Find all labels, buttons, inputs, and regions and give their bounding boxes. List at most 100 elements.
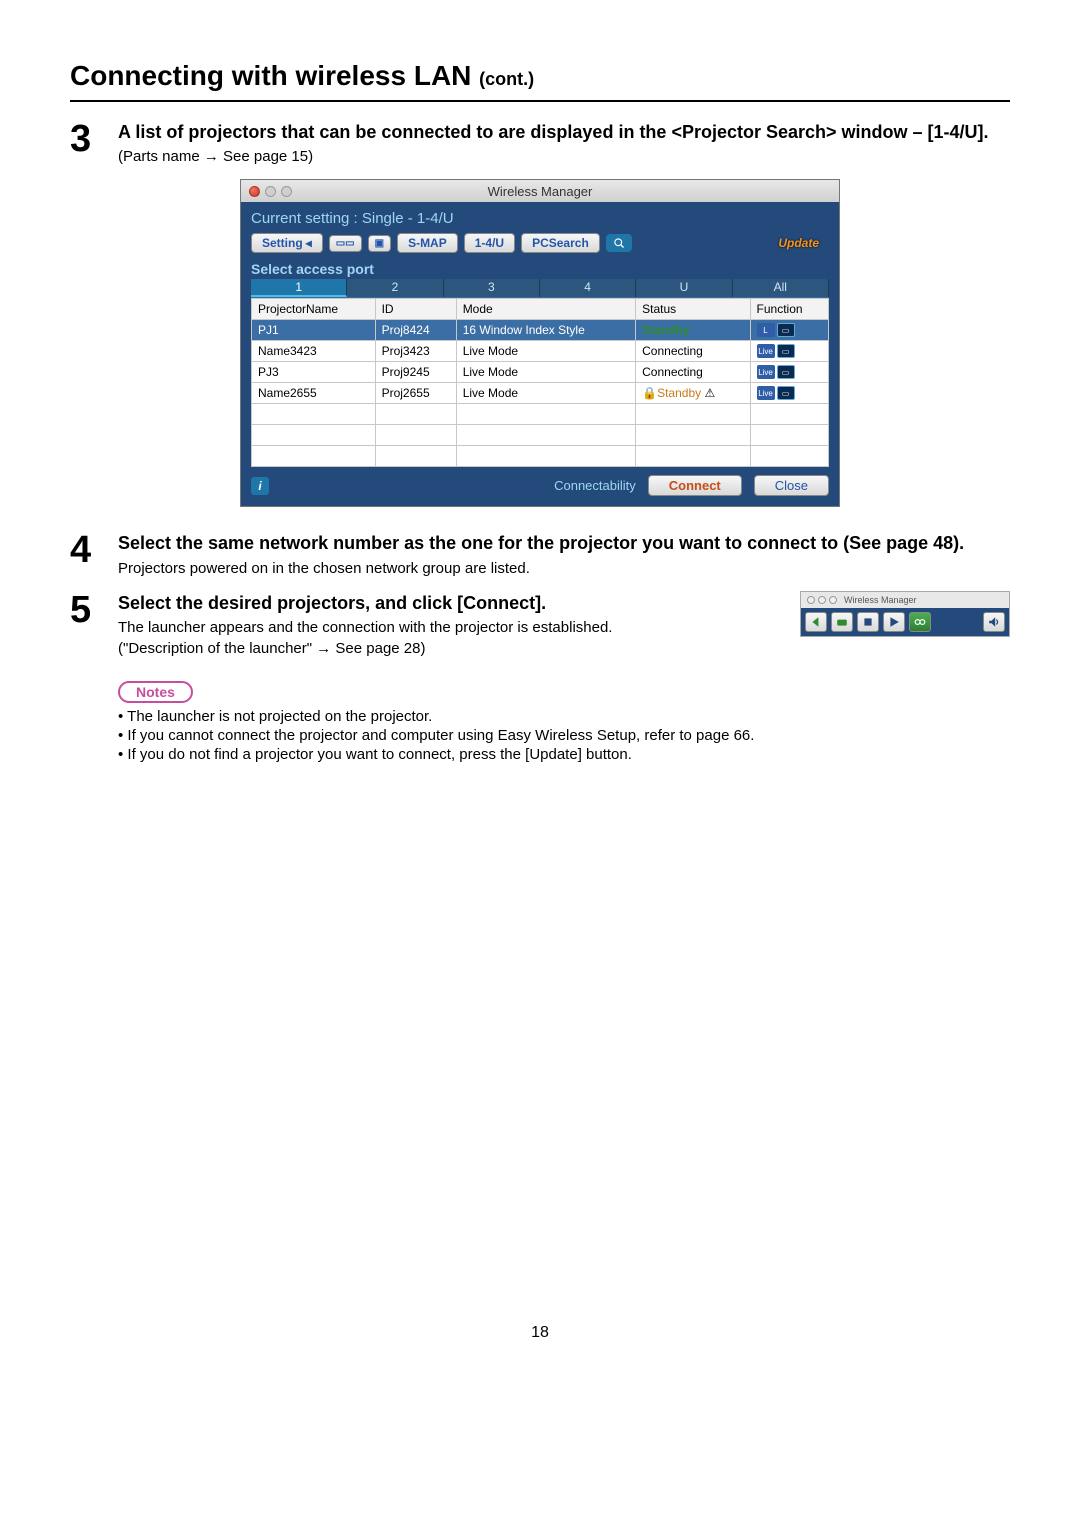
col-function[interactable]: Function: [750, 299, 828, 320]
window-titlebar: Wireless Manager: [241, 180, 839, 202]
step-5-title: Select the desired projectors, and click…: [118, 591, 780, 615]
step-3-sub: (Parts name → See page 15): [118, 148, 1010, 165]
live-icon: Live: [757, 344, 775, 358]
window-footer: i Connectability Connect Close: [251, 467, 829, 496]
col-id[interactable]: ID: [375, 299, 456, 320]
zoom-icon[interactable]: [829, 596, 837, 604]
cell-id: Proj8424: [375, 320, 456, 341]
close-icon[interactable]: [807, 596, 815, 604]
page-title-cont: (cont.): [479, 69, 534, 89]
cell-status: Connecting: [636, 362, 750, 383]
notes-item: If you cannot connect the projector and …: [118, 726, 1010, 745]
table-row[interactable]: Name2655 Proj2655 Live Mode 🔒Standby ⚠ L…: [252, 383, 829, 404]
launcher-play-button[interactable]: [883, 612, 905, 632]
page-number: 18: [70, 1324, 1010, 1342]
cell-name: Name3423: [252, 341, 376, 362]
launcher-link-button[interactable]: [909, 612, 931, 632]
minimize-icon[interactable]: [818, 596, 826, 604]
cell-function: Live▭: [750, 383, 828, 404]
port-tabs: 1 2 3 4 U All: [251, 279, 829, 298]
launcher-title: Wireless Manager: [844, 595, 917, 605]
launcher-stop-button[interactable]: [857, 612, 879, 632]
table-row: [252, 425, 829, 446]
col-projector-name[interactable]: ProjectorName: [252, 299, 376, 320]
step-4: 4 Select the same network number as the …: [70, 531, 1010, 576]
port-tab-3[interactable]: 3: [444, 279, 540, 297]
port-tab-4[interactable]: 4: [540, 279, 636, 297]
connectability-link[interactable]: Connectability: [554, 478, 636, 493]
cell-function: Live▭: [750, 362, 828, 383]
notes-list: The launcher is not projected on the pro…: [118, 707, 1010, 764]
launcher-prev-button[interactable]: [805, 612, 827, 632]
search-icon: [613, 237, 625, 249]
select-access-port-label: Select access port: [251, 261, 829, 277]
notes-item: The launcher is not projected on the pro…: [118, 707, 1010, 726]
step-4-number: 4: [70, 531, 118, 569]
step-5: 5 Select the desired projectors, and cli…: [70, 591, 1010, 657]
zoom-icon[interactable]: [281, 186, 292, 197]
close-button[interactable]: Close: [754, 475, 829, 496]
screen-icon: ▭: [777, 344, 795, 358]
setting-button[interactable]: Setting◂: [251, 233, 323, 253]
table-row[interactable]: Name3423 Proj3423 Live Mode Connecting L…: [252, 341, 829, 362]
pcsearch-label: PCSearch: [532, 236, 589, 250]
launcher-camera-button[interactable]: [831, 612, 853, 632]
one-four-u-button[interactable]: 1-4/U: [464, 233, 515, 253]
close-icon[interactable]: [249, 186, 260, 197]
table-row[interactable]: PJ3 Proj9245 Live Mode Connecting Live▭: [252, 362, 829, 383]
warn-icon: ⚠: [704, 386, 715, 400]
cell-id: Proj9245: [375, 362, 456, 383]
launcher-volume-button[interactable]: [983, 612, 1005, 632]
cell-mode: Live Mode: [456, 362, 635, 383]
projector-icon: ▣: [375, 238, 384, 249]
step-5-sub1: The launcher appears and the connection …: [118, 619, 780, 636]
toolbar: Setting◂ ▭▭ ▣ S-MAP 1-4/U PCSearch Updat…: [251, 233, 829, 253]
cell-mode: Live Mode: [456, 341, 635, 362]
cell-id: Proj2655: [375, 383, 456, 404]
cell-status: 🔒Standby ⚠: [636, 383, 750, 404]
port-tab-all[interactable]: All: [733, 279, 829, 297]
cell-mode: Live Mode: [456, 383, 635, 404]
col-status[interactable]: Status: [636, 299, 750, 320]
cell-name: Name2655: [252, 383, 376, 404]
cell-id: Proj3423: [375, 341, 456, 362]
page-title: Connecting with wireless LAN (cont.): [70, 60, 1010, 92]
window-traffic-lights: [249, 186, 292, 197]
port-tab-1[interactable]: 1: [251, 279, 347, 297]
projector-table: ProjectorName ID Mode Status Function PJ…: [251, 298, 829, 467]
notes-item: If you do not find a projector you want …: [118, 745, 1010, 764]
cell-status: Standby: [636, 320, 750, 341]
lock-icon: 🔒: [642, 386, 657, 400]
page-title-main: Connecting with wireless LAN: [70, 60, 471, 91]
step-3-number: 3: [70, 120, 118, 158]
status-badge: Standby: [657, 386, 701, 400]
search-button[interactable]: [606, 234, 632, 252]
screen-icon: ▭: [777, 365, 795, 379]
step-3: 3 A list of projectors that can be conne…: [70, 120, 1010, 165]
step-4-title: Select the same network number as the on…: [118, 531, 1010, 555]
port-tab-u[interactable]: U: [636, 279, 732, 297]
cell-status: Connecting: [636, 341, 750, 362]
update-button[interactable]: Update: [768, 234, 829, 252]
launcher-titlebar: Wireless Manager: [801, 592, 1009, 608]
window-title: Wireless Manager: [241, 184, 839, 199]
smap-button[interactable]: S-MAP: [397, 233, 458, 253]
step-5-sub2: ("Description of the launcher" → See pag…: [118, 640, 780, 657]
projector-table-body: PJ1 Proj8424 16 Window Index Style Stand…: [252, 320, 829, 467]
step-3-title: A list of projectors that can be connect…: [118, 120, 1010, 144]
table-row[interactable]: PJ1 Proj8424 16 Window Index Style Stand…: [252, 320, 829, 341]
cell-name: PJ1: [252, 320, 376, 341]
device-button[interactable]: ▣: [368, 235, 391, 252]
step-4-sub: Projectors powered on in the chosen netw…: [118, 560, 1010, 577]
view-toggle-button[interactable]: ▭▭: [329, 235, 362, 252]
info-icon[interactable]: i: [251, 477, 269, 495]
pcsearch-button[interactable]: PCSearch: [521, 233, 600, 253]
col-mode[interactable]: Mode: [456, 299, 635, 320]
minimize-icon[interactable]: [265, 186, 276, 197]
layout-icon: ▭▭: [336, 238, 355, 249]
connect-button[interactable]: Connect: [648, 475, 742, 496]
setting-button-label: Setting: [262, 236, 303, 250]
port-tab-2[interactable]: 2: [347, 279, 443, 297]
live-icon: Live: [757, 386, 775, 400]
launcher-toolbar: [801, 608, 1009, 636]
